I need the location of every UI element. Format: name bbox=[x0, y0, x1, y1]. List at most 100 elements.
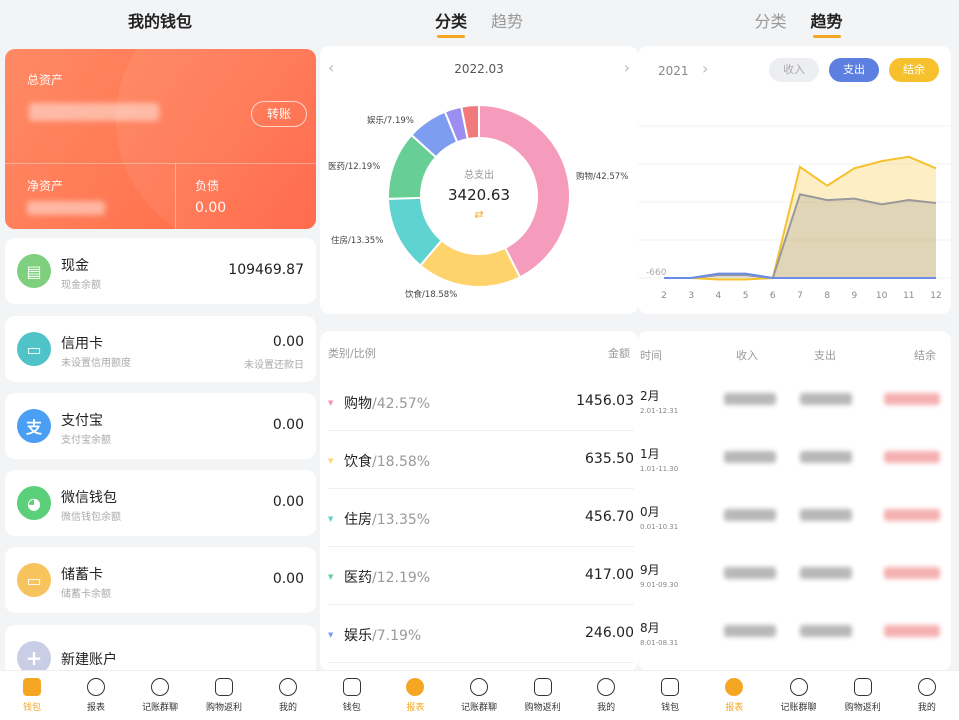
row-month: 2月 bbox=[640, 389, 660, 403]
nav-me[interactable]: 我的 bbox=[895, 671, 959, 720]
account-value: 0.00 bbox=[272, 417, 304, 433]
category-row[interactable]: ▼ 住房/13.35% 456.70 bbox=[328, 489, 634, 547]
nav-label: 我的 bbox=[917, 703, 936, 713]
nav-report[interactable]: 报表 bbox=[64, 671, 128, 720]
category-row[interactable]: ▼ 购物/42.57% 1456.03 bbox=[328, 373, 634, 431]
nav-me[interactable]: 我的 bbox=[574, 671, 638, 720]
x-tick-label: 8 bbox=[824, 291, 830, 301]
account-name: 微信钱包 bbox=[61, 490, 117, 506]
report-panel: 分类 趋势 ‹ 2022.03 › 总支出 3420.63 ⇄ 娱乐/7.19%… bbox=[320, 0, 638, 720]
trend-chart[interactable]: 2 3 4 5 6 7 8 9 10 11 12 bbox=[638, 46, 951, 314]
blurred-value bbox=[724, 509, 776, 521]
nav-label: 记账群聊 bbox=[141, 703, 178, 713]
account-wechat[interactable]: ◕ 微信钱包 微信钱包余额 0.00 bbox=[5, 470, 316, 536]
tab-trend[interactable]: 趋势 bbox=[811, 8, 843, 38]
nav-wallet[interactable]: 钱包 bbox=[638, 671, 702, 720]
nav-group-chat[interactable]: 记账群聊 bbox=[447, 671, 511, 720]
asset-card[interactable]: 总资产 转账 净资产 负债 0.00 bbox=[5, 49, 316, 229]
blurred-value bbox=[800, 393, 852, 405]
category-row[interactable]: ▼ 饮食/18.58% 635.50 bbox=[328, 431, 634, 489]
category-label: 住房 bbox=[344, 512, 372, 528]
nav-label: 购物返利 bbox=[205, 703, 242, 713]
debit-card-icon: ▭ bbox=[17, 563, 51, 597]
account-cash[interactable]: ▤ 现金 现金余额 109469.87 bbox=[5, 238, 316, 304]
nav-label: 报表 bbox=[86, 703, 105, 713]
tab-trend[interactable]: 趋势 bbox=[491, 8, 523, 38]
new-account-label: 新建账户 bbox=[61, 652, 117, 668]
account-sub: 微信钱包余额 bbox=[61, 512, 121, 523]
wallet-panel: 我的 钱包 总资产 转账 净资产 负债 0.00 ▤ 现金 现金余额 109469… bbox=[0, 0, 320, 720]
expense-series-area bbox=[664, 194, 936, 278]
triangle-icon: ▼ bbox=[328, 515, 334, 523]
category-label: 购物 bbox=[344, 396, 372, 412]
account-name: 储蓄卡 bbox=[61, 567, 103, 583]
tab-category[interactable]: 分类 bbox=[435, 8, 467, 38]
category-amount: 456.70 bbox=[585, 509, 634, 525]
alipay-icon: 支 bbox=[17, 409, 51, 443]
table-row[interactable]: 0月 0.01-10.31 bbox=[638, 489, 951, 547]
account-name: 信用卡 bbox=[61, 336, 103, 352]
person-icon bbox=[917, 678, 936, 696]
divider bbox=[5, 163, 316, 164]
nav-label: 钱包 bbox=[661, 703, 680, 713]
triangle-icon: ▼ bbox=[328, 631, 334, 639]
nav-group-chat[interactable]: 记账群聊 bbox=[766, 671, 830, 720]
category-pct: /7.19% bbox=[372, 628, 422, 644]
nav-rebate[interactable]: 购物返利 bbox=[831, 671, 895, 720]
account-sub: 支付宝余额 bbox=[61, 435, 111, 446]
pie-chart-icon bbox=[406, 678, 425, 696]
add-bubble-icon bbox=[789, 678, 808, 696]
col-balance: 结余 bbox=[914, 349, 936, 362]
table-row[interactable]: 2月 2.01-12.31 bbox=[638, 373, 951, 431]
blurred-value bbox=[800, 625, 852, 637]
nav-wallet[interactable]: 钱包 bbox=[320, 671, 384, 720]
nav-me[interactable]: 我的 bbox=[256, 671, 320, 720]
category-amount: 635.50 bbox=[585, 451, 634, 467]
table-row[interactable]: 8月 8.01-08.31 bbox=[638, 605, 951, 663]
nav-rebate[interactable]: 购物返利 bbox=[192, 671, 256, 720]
nav-group-chat[interactable]: 记账群聊 bbox=[128, 671, 192, 720]
blurred-value bbox=[724, 451, 776, 463]
nav-wallet[interactable]: 钱包 bbox=[0, 671, 64, 720]
trend-tabs: 分类 趋势 bbox=[638, 8, 959, 38]
trend-table: 时间 收入 支出 结余 2月 2.01-12.31 1月 1.01-11.30 … bbox=[638, 331, 951, 671]
person-icon bbox=[597, 678, 616, 696]
nav-label: 记账群聊 bbox=[780, 703, 817, 713]
category-amount: 1456.03 bbox=[576, 393, 634, 409]
tab-category[interactable]: 分类 bbox=[754, 8, 786, 38]
category-name: 购物/42.57% bbox=[344, 393, 430, 413]
trend-panel: 分类 趋势 2021 › 收入 支出 结余 2 3 4 5 6 7 8 9 10 11 12 -66… bbox=[638, 0, 959, 720]
list-header-right: 金额 bbox=[608, 347, 630, 360]
person-icon bbox=[279, 678, 297, 696]
liabilities-label: 负债 bbox=[195, 179, 220, 193]
transfer-button[interactable]: 转账 bbox=[251, 101, 307, 127]
account-name: 支付宝 bbox=[61, 413, 103, 429]
nav-rebate[interactable]: 购物返利 bbox=[511, 671, 575, 720]
nav-report[interactable]: 报表 bbox=[384, 671, 448, 720]
blurred-value bbox=[800, 451, 852, 463]
nav-label: 我的 bbox=[278, 703, 297, 713]
blurred-value bbox=[724, 567, 776, 579]
switch-icon[interactable]: ⇄ bbox=[469, 208, 489, 221]
category-row[interactable]: ▼ 娱乐/7.19% 246.00 bbox=[328, 605, 634, 663]
total-assets-value-hidden bbox=[29, 103, 159, 121]
account-alipay[interactable]: 支 支付宝 支付宝余额 0.00 bbox=[5, 393, 316, 459]
nav-label: 购物返利 bbox=[844, 703, 881, 713]
table-row[interactable]: 1月 1.01-11.30 bbox=[638, 431, 951, 489]
row-month: 0月 bbox=[640, 505, 660, 519]
y-label: -660 bbox=[646, 268, 667, 278]
nav-label: 报表 bbox=[406, 703, 425, 713]
table-row[interactable]: 9月 9.01-09.30 bbox=[638, 547, 951, 605]
pie-chart-icon bbox=[725, 678, 744, 696]
blurred-value bbox=[724, 393, 776, 405]
category-row[interactable]: ▼ 医药/12.19% 417.00 bbox=[328, 547, 634, 605]
account-credit-card[interactable]: ▭ 信用卡 未设置信用额度 0.00 未设置还款日 bbox=[5, 316, 316, 382]
category-list: 类别/比例 金额 ▼ 购物/42.57% 1456.03 ▼ 饮食/18.58%… bbox=[320, 331, 638, 671]
nav-label: 我的 bbox=[597, 703, 616, 713]
x-tick-label: 3 bbox=[688, 291, 694, 301]
pie-card: ‹ 2022.03 › 总支出 3420.63 ⇄ 娱乐/7.19% 医药/12… bbox=[320, 46, 638, 314]
account-debit-card[interactable]: ▭ 储蓄卡 储蓄卡余额 0.00 bbox=[5, 547, 316, 613]
account-sub: 未设置信用额度 bbox=[61, 358, 131, 369]
triangle-icon: ▼ bbox=[328, 399, 334, 407]
nav-report[interactable]: 报表 bbox=[702, 671, 766, 720]
